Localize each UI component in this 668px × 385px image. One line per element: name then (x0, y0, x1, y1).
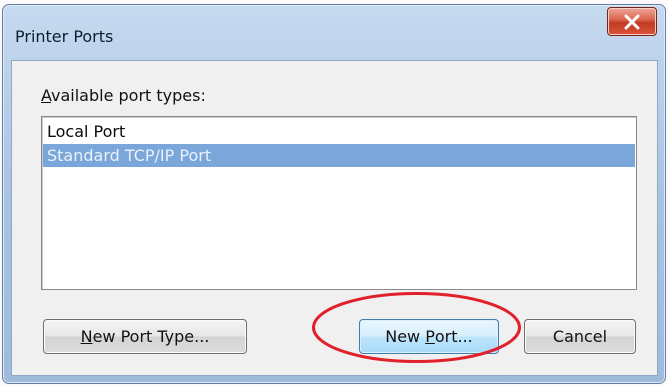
port-types-listbox[interactable]: Local Port Standard TCP/IP Port (41, 116, 637, 290)
button-access-key: N (80, 327, 93, 346)
title-bar[interactable]: Printer Ports (3, 5, 665, 60)
list-item-standard-tcpip-port[interactable]: Standard TCP/IP Port (43, 144, 635, 167)
close-icon (623, 14, 641, 30)
new-port-type-button[interactable]: New Port Type... (43, 319, 247, 354)
dialog-client-area: Available port types: Local Port Standar… (11, 60, 658, 376)
printer-ports-dialog: Printer Ports Available port types: Loca… (2, 4, 666, 384)
screenshot-stage: · Printer Ports Available port types: Lo… (0, 0, 668, 385)
list-item-local-port[interactable]: Local Port (43, 120, 635, 143)
button-label-start: New (385, 327, 426, 346)
cancel-button[interactable]: Cancel (524, 319, 636, 354)
button-label: ew Port Type... (92, 327, 210, 346)
new-port-button[interactable]: New Port... (359, 319, 499, 354)
close-button[interactable] (607, 7, 657, 36)
button-access-key: P (425, 327, 435, 346)
available-port-types-label: Available port types: (41, 86, 206, 105)
label-text: vailable port types: (51, 86, 206, 105)
button-label-end: ort... (434, 327, 473, 346)
window-title: Printer Ports (15, 27, 114, 46)
label-access-key: A (41, 86, 52, 105)
